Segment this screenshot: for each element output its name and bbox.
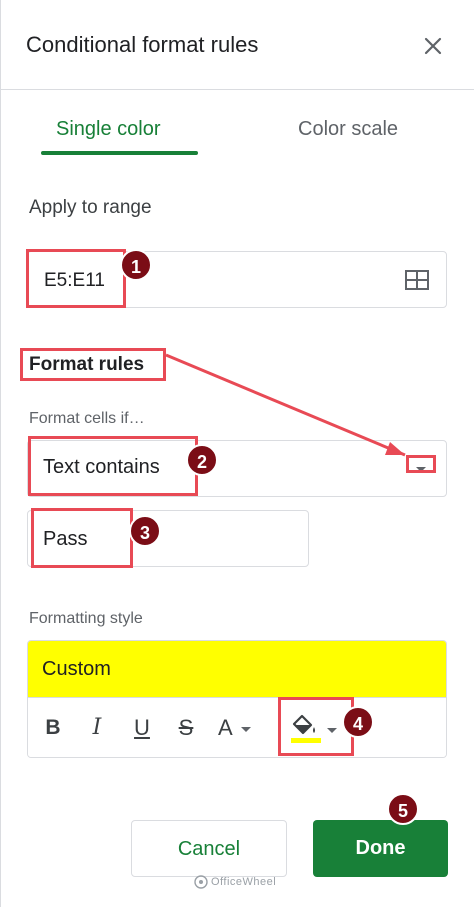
annotation-box-range <box>26 249 126 308</box>
annotation-box-condition <box>28 436 198 496</box>
style-preview[interactable]: Custom <box>28 641 446 697</box>
annotation-badge-4: 4 <box>342 706 374 738</box>
bold-button[interactable]: B <box>42 712 64 744</box>
style-toolbar: B I U S A <box>28 697 446 757</box>
panel-title: Conditional format rules <box>26 32 259 57</box>
grid-select-icon[interactable] <box>405 270 429 290</box>
annotation-box-value <box>31 508 133 568</box>
done-button[interactable]: Done <box>313 820 448 877</box>
formatting-style-box: Custom B I U S A <box>27 640 447 758</box>
chevron-down-icon <box>240 727 251 733</box>
format-cells-if-label: Format cells if… <box>29 410 145 427</box>
underline-button[interactable]: U <box>130 712 154 744</box>
annotation-badge-3: 3 <box>129 515 161 547</box>
close-icon[interactable] <box>421 34 445 58</box>
text-color-letter: A <box>218 715 232 740</box>
conditional-format-panel: Conditional format rules Single color Co… <box>0 0 474 907</box>
panel-header: Conditional format rules <box>1 0 474 90</box>
officewheel-logo-icon <box>194 875 208 889</box>
annotation-box-format-rules <box>20 348 166 381</box>
tab-single-color[interactable]: Single color <box>56 118 161 141</box>
text-color-button[interactable]: A <box>218 712 258 744</box>
formatting-style-label: Formatting style <box>29 610 143 627</box>
active-tab-indicator <box>41 151 198 155</box>
annotation-badge-2: 2 <box>186 444 218 476</box>
italic-button[interactable]: I <box>86 712 108 744</box>
watermark-text: OfficeWheel <box>211 875 277 888</box>
annotation-badge-1: 1 <box>120 249 152 281</box>
annotation-badge-5: 5 <box>387 793 419 825</box>
annotation-box-dropdown <box>406 455 436 473</box>
tab-color-scale[interactable]: Color scale <box>298 118 398 141</box>
cancel-button[interactable]: Cancel <box>131 820 287 877</box>
style-preview-text: Custom <box>42 658 111 680</box>
strikethrough-button[interactable]: S <box>174 712 198 744</box>
watermark: OfficeWheel <box>194 875 276 889</box>
apply-to-range-label: Apply to range <box>29 197 152 218</box>
